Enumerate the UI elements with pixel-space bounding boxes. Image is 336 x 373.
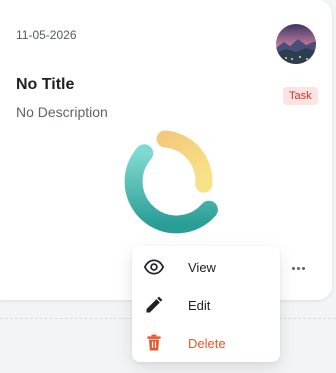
trash-icon — [144, 333, 164, 353]
page: 11-05-2026 No Title No Description Task … — [0, 0, 336, 373]
donut-progress-icon — [104, 128, 226, 250]
menu-item-view[interactable]: View — [132, 248, 280, 286]
card-title: No Title — [16, 76, 75, 93]
more-options-button[interactable] — [286, 258, 310, 278]
more-horizontal-icon — [291, 266, 295, 270]
task-tag: Task — [283, 87, 318, 105]
card-description: No Description — [16, 104, 108, 120]
menu-item-label: View — [188, 259, 216, 275]
menu-item-delete[interactable]: Delete — [132, 324, 280, 362]
eye-icon — [144, 257, 164, 277]
card-date: 11-05-2026 — [16, 28, 77, 42]
menu-item-edit[interactable]: Edit — [132, 286, 280, 324]
landscape-avatar-icon[interactable] — [276, 24, 316, 64]
context-menu: View Edit Delete — [132, 246, 280, 362]
menu-item-label: Delete — [188, 335, 226, 351]
pencil-icon — [144, 295, 164, 315]
menu-item-label: Edit — [188, 297, 211, 313]
